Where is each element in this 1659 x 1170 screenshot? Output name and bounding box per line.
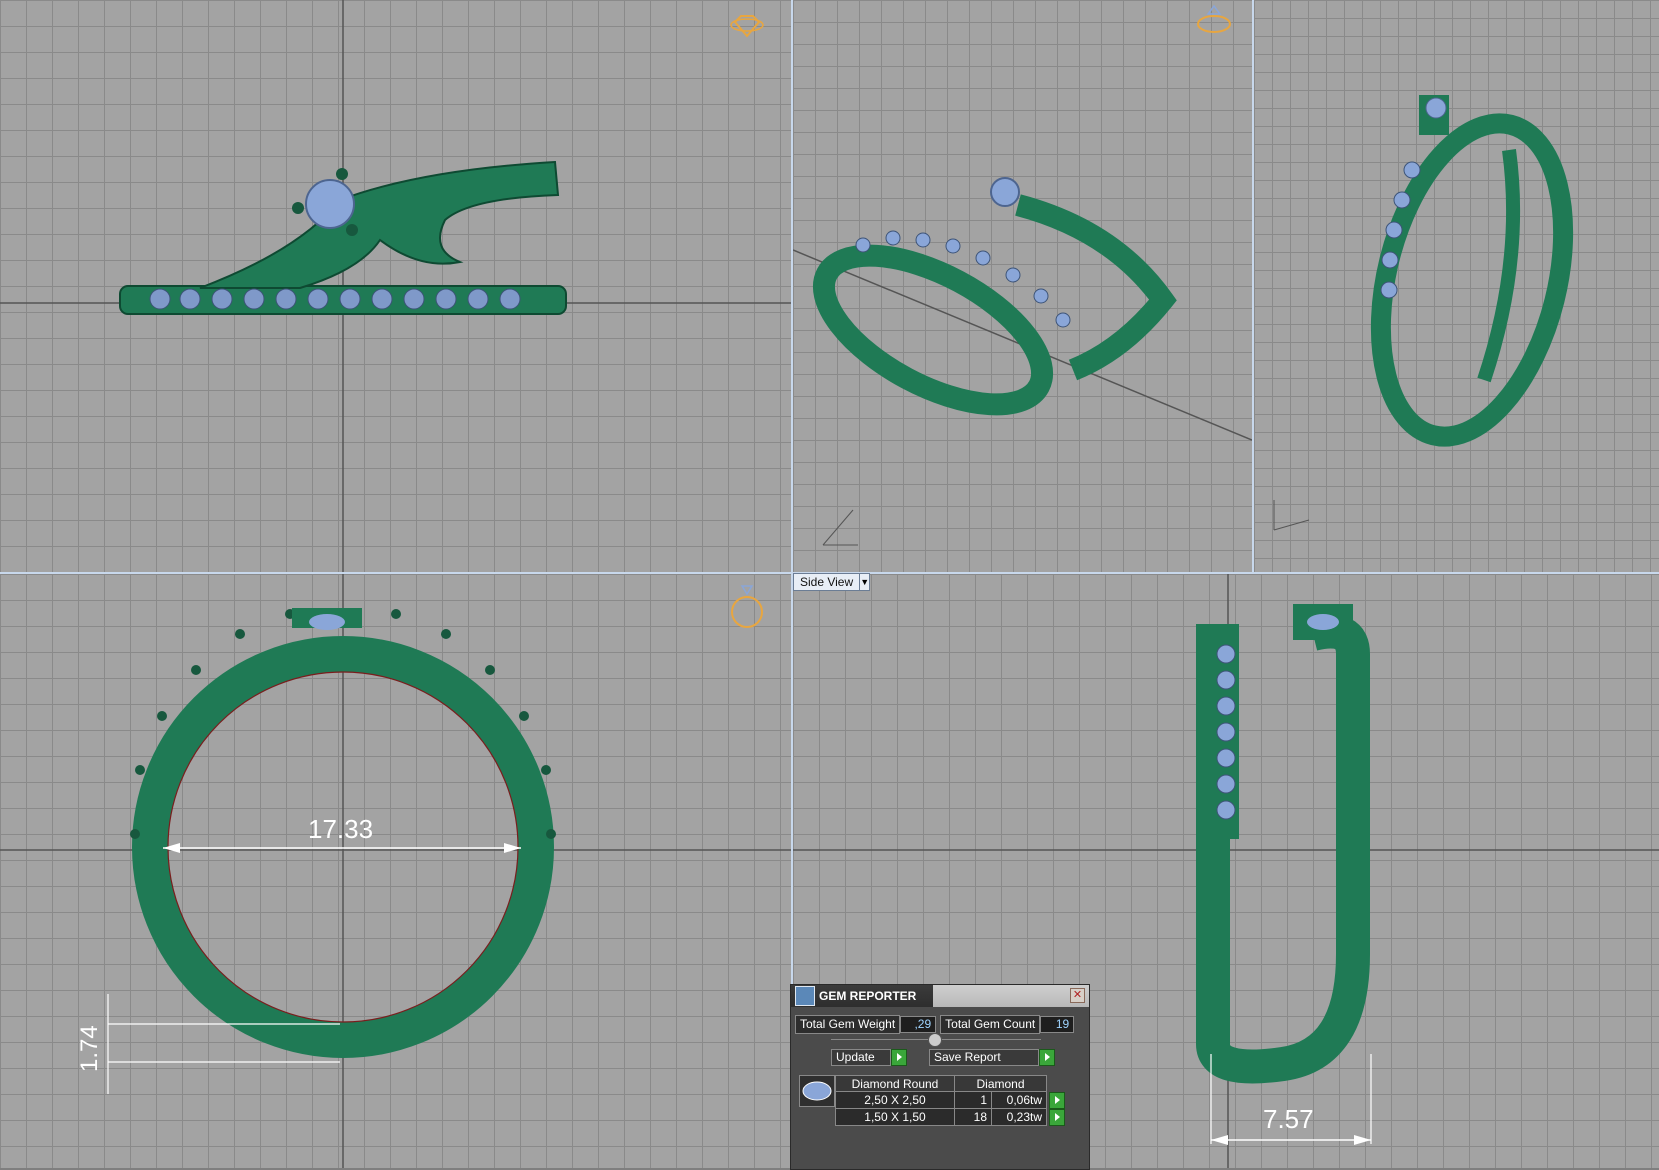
gem-reporter-title: GEM REPORTER xyxy=(819,989,917,1003)
total-weight-value: ,29 xyxy=(900,1016,937,1033)
gem-weight: 0,06tw xyxy=(991,1091,1047,1109)
splitter-handle[interactable] xyxy=(928,1033,942,1047)
save-go-icon[interactable] xyxy=(1039,1049,1055,1066)
view-selector-label[interactable]: Side View xyxy=(793,573,861,591)
ring-perspective-render-2 xyxy=(1273,95,1574,531)
ring-view-icon[interactable] xyxy=(727,580,767,632)
center-stone-front xyxy=(305,179,355,229)
ring-circle-render xyxy=(0,574,791,1168)
actions-row: Update Save Report xyxy=(831,1049,1055,1066)
save-report-button[interactable]: Save Report xyxy=(929,1049,1039,1066)
totals-row: Total Gem Weight ,29 Total Gem Count 19 xyxy=(795,1015,1075,1034)
total-count-value: 19 xyxy=(1040,1016,1075,1033)
view-selector[interactable]: Side View ▼ xyxy=(793,573,871,591)
gem-reporter-panel: GEM REPORTER ✕ Total Gem Weight ,29 Tota… xyxy=(790,984,1090,1170)
update-go-icon[interactable] xyxy=(891,1049,907,1066)
update-button[interactable]: Update xyxy=(831,1049,891,1066)
perspective-gizmo-icon[interactable] xyxy=(1194,2,1234,38)
ring-perspective-render-1 xyxy=(793,177,1252,546)
viewport-perspective-2[interactable] xyxy=(1254,0,1659,572)
gem-table: Diamond Round Diamond 2,50 X 2,50 1 0,06… xyxy=(835,1075,1066,1126)
center-stone-perspective-2 xyxy=(1425,97,1447,119)
chevron-down-icon[interactable]: ▼ xyxy=(860,573,871,591)
total-weight-label: Total Gem Weight xyxy=(795,1015,901,1034)
diamond-round-icon xyxy=(799,1075,835,1107)
center-stone-front-ring xyxy=(309,614,345,630)
total-count-label: Total Gem Count xyxy=(940,1015,1041,1034)
gem-size: 2,50 X 2,50 xyxy=(835,1091,955,1109)
gem-reporter-titlebar[interactable]: GEM REPORTER ✕ xyxy=(791,985,1089,1007)
titlebar-drag-area[interactable] xyxy=(933,985,1089,1007)
viewport-top-left[interactable] xyxy=(0,0,791,572)
viewport-front-ring[interactable]: 17.33 1.74 xyxy=(0,574,791,1168)
close-icon[interactable]: ✕ xyxy=(1070,988,1085,1003)
dimension-band-thickness: 1.74 xyxy=(76,1025,103,1072)
gem-shape-header: Diamond Round xyxy=(835,1075,955,1092)
ring-front-render xyxy=(0,0,791,572)
gem-material-header: Diamond xyxy=(954,1075,1047,1092)
center-stone-side xyxy=(1307,614,1339,630)
gem-reporter-icon xyxy=(795,986,815,1006)
gem-weight: 0,23tw xyxy=(991,1108,1047,1126)
row-go-icon[interactable] xyxy=(1049,1091,1065,1109)
dimension-side-width: 7.57 xyxy=(1263,1104,1314,1134)
gem-table-header: Diamond Round Diamond xyxy=(835,1075,1066,1092)
gem-view-icon[interactable] xyxy=(727,10,767,40)
dimension-inner-diameter: 17.33 xyxy=(308,814,374,844)
row-go-icon[interactable] xyxy=(1049,1108,1065,1126)
viewport-perspective-1[interactable] xyxy=(793,0,1252,572)
gem-count: 18 xyxy=(954,1108,992,1126)
gem-count: 1 xyxy=(954,1091,992,1109)
viewport-divider-top-right[interactable] xyxy=(1252,0,1254,572)
center-stone-perspective xyxy=(990,177,1020,207)
table-row[interactable]: 1,50 X 1,50 18 0,23tw xyxy=(835,1108,1066,1126)
gem-size: 1,50 X 1,50 xyxy=(835,1108,955,1126)
table-row[interactable]: 2,50 X 2,50 1 0,06tw xyxy=(835,1091,1066,1109)
